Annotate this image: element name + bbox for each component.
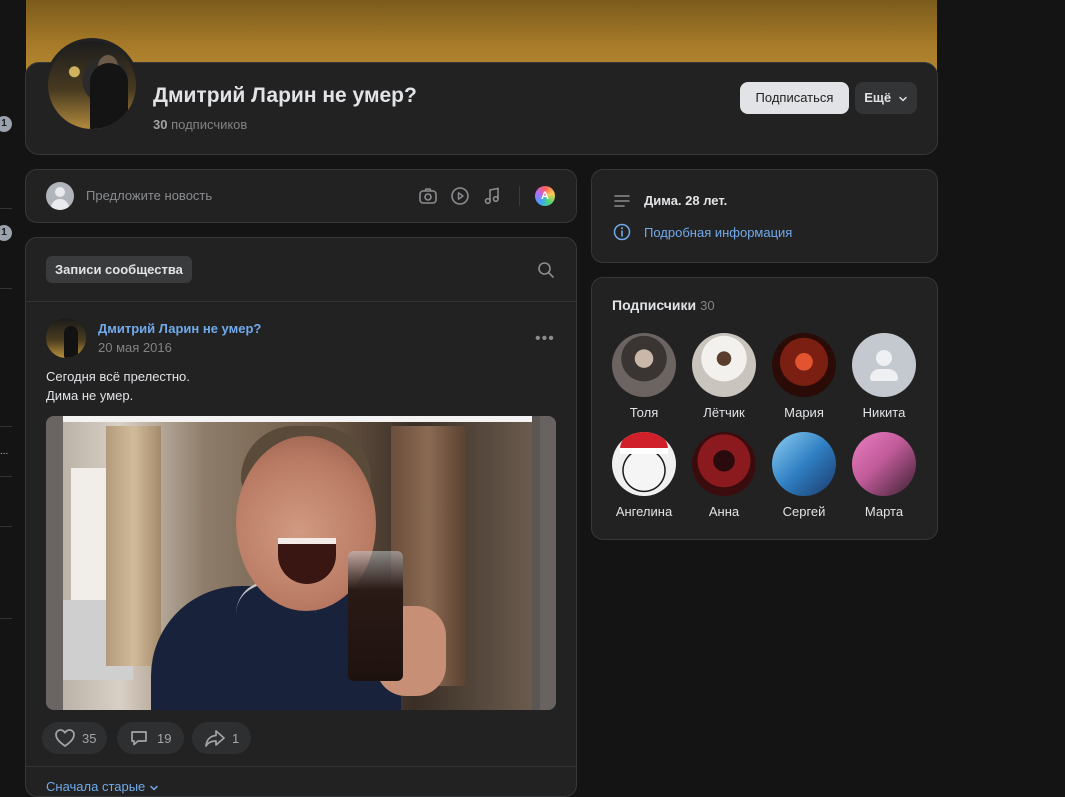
follower-avatar	[852, 333, 916, 397]
post-photo[interactable]	[46, 416, 556, 710]
follower-avatar	[772, 333, 836, 397]
follower-name: Ангелина	[615, 504, 673, 519]
community-avatar[interactable]	[45, 38, 139, 132]
post-text-line: Сегодня всё прелестно.	[46, 369, 190, 384]
sidebar-divider	[0, 288, 12, 289]
follower-item[interactable]: Анна	[684, 432, 764, 519]
play-icon[interactable]	[450, 186, 470, 206]
tab-community-posts[interactable]: Записи сообщества	[46, 256, 192, 283]
community-description: Дима. 28 лет.	[644, 193, 728, 208]
follower-avatar	[692, 432, 756, 496]
subscribers-counter[interactable]: 30 подписчиков	[153, 117, 247, 132]
post-date[interactable]: 20 мая 2016	[98, 340, 172, 355]
subscribe-button[interactable]: Подписаться	[740, 82, 849, 114]
page-title: Дмитрий Ларин не умер?	[153, 84, 417, 107]
sidebar-divider	[0, 526, 12, 527]
music-icon[interactable]	[482, 186, 502, 206]
heart-icon	[55, 729, 75, 747]
suggest-news-input[interactable]: Предложите новость	[86, 188, 212, 203]
chevron-down-icon	[899, 96, 907, 102]
follower-name: Толя	[629, 405, 659, 420]
sidebar-badge: 1	[0, 225, 12, 241]
more-button[interactable]: Ещё	[855, 82, 917, 114]
follower-name: Анна	[708, 504, 740, 519]
follower-avatar	[612, 432, 676, 496]
follower-avatar	[612, 333, 676, 397]
comment-count: 19	[157, 731, 172, 746]
camera-icon[interactable]	[418, 186, 438, 206]
sidebar-divider	[0, 618, 12, 619]
follower-item[interactable]: Ангелина	[604, 432, 684, 519]
more-button-label: Ещё	[864, 90, 892, 105]
followers-title[interactable]: Подписчики 30	[612, 297, 715, 313]
follower-name: Никита	[862, 405, 906, 420]
follower-item[interactable]: Марта	[844, 432, 924, 519]
comment-icon	[131, 731, 147, 746]
follower-name: Марта	[864, 504, 904, 519]
followers-title-label: Подписчики	[612, 297, 697, 313]
like-count: 35	[82, 731, 97, 746]
like-button[interactable]: 35	[42, 722, 107, 754]
ai-assistant-icon[interactable]: A	[535, 186, 555, 206]
follower-item[interactable]: Лётчик	[684, 333, 764, 420]
toolbar-divider	[519, 186, 520, 206]
community-info	[591, 169, 938, 263]
subscribers-count: 30	[153, 117, 168, 132]
info-icon	[613, 223, 631, 241]
post-author-avatar[interactable]	[46, 318, 86, 358]
follower-item[interactable]: Сергей	[764, 432, 844, 519]
sort-order-label: Сначала старые	[46, 779, 146, 794]
post-author[interactable]: Дмитрий Ларин не умер?	[98, 321, 261, 336]
follower-item[interactable]: Никита	[844, 333, 924, 420]
sidebar-badge: 1	[0, 116, 12, 132]
followers-count: 30	[700, 298, 715, 313]
subscribers-label: подписчиков	[171, 117, 248, 132]
details-link[interactable]: Подробная информация	[644, 225, 792, 240]
follower-avatar	[852, 432, 916, 496]
divider	[26, 766, 576, 767]
follower-item[interactable]: Толя	[604, 333, 684, 420]
user-avatar	[46, 182, 74, 210]
search-icon[interactable]	[537, 261, 555, 279]
sidebar-ellipsis: ...	[0, 446, 9, 457]
share-button[interactable]: 1	[192, 722, 251, 754]
follower-avatar	[692, 333, 756, 397]
follower-name: Сергей	[782, 504, 826, 519]
follower-avatar	[772, 432, 836, 496]
share-icon	[205, 730, 225, 747]
sidebar-divider	[0, 208, 12, 209]
menu-lines-icon	[614, 195, 630, 207]
share-count: 1	[232, 731, 240, 746]
divider	[26, 301, 576, 302]
follower-name: Лётчик	[703, 405, 745, 420]
sidebar-divider	[0, 426, 12, 427]
sidebar-divider	[0, 476, 12, 477]
follower-item[interactable]: Мария	[764, 333, 844, 420]
comment-button[interactable]: 19	[117, 722, 184, 754]
post-text-line: Дима не умер.	[46, 388, 134, 403]
more-dots-icon[interactable]: •••	[535, 330, 555, 348]
chevron-down-icon	[150, 785, 158, 791]
sort-order-dropdown[interactable]: Сначала старые	[46, 779, 159, 794]
follower-name: Мария	[784, 405, 824, 420]
